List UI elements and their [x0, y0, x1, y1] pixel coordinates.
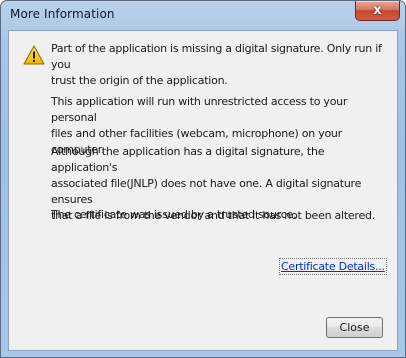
- title-bar[interactable]: More Information x: [1, 1, 405, 29]
- trusted-source-message: The certificate was issued by a trusted …: [51, 208, 297, 221]
- window-title: More Information: [10, 7, 115, 21]
- more-information-dialog: More Information x Part of the applicati…: [0, 0, 406, 358]
- dialog-body: Part of the application is missing a dig…: [8, 30, 398, 351]
- certificate-details-link[interactable]: Certificate Details...: [279, 258, 387, 275]
- close-icon: x: [373, 3, 382, 18]
- warning-icon: [23, 45, 45, 65]
- window-close-button[interactable]: x: [355, 1, 400, 21]
- missing-signature-message: Part of the application is missing a dig…: [51, 42, 382, 87]
- close-button[interactable]: Close: [326, 317, 383, 338]
